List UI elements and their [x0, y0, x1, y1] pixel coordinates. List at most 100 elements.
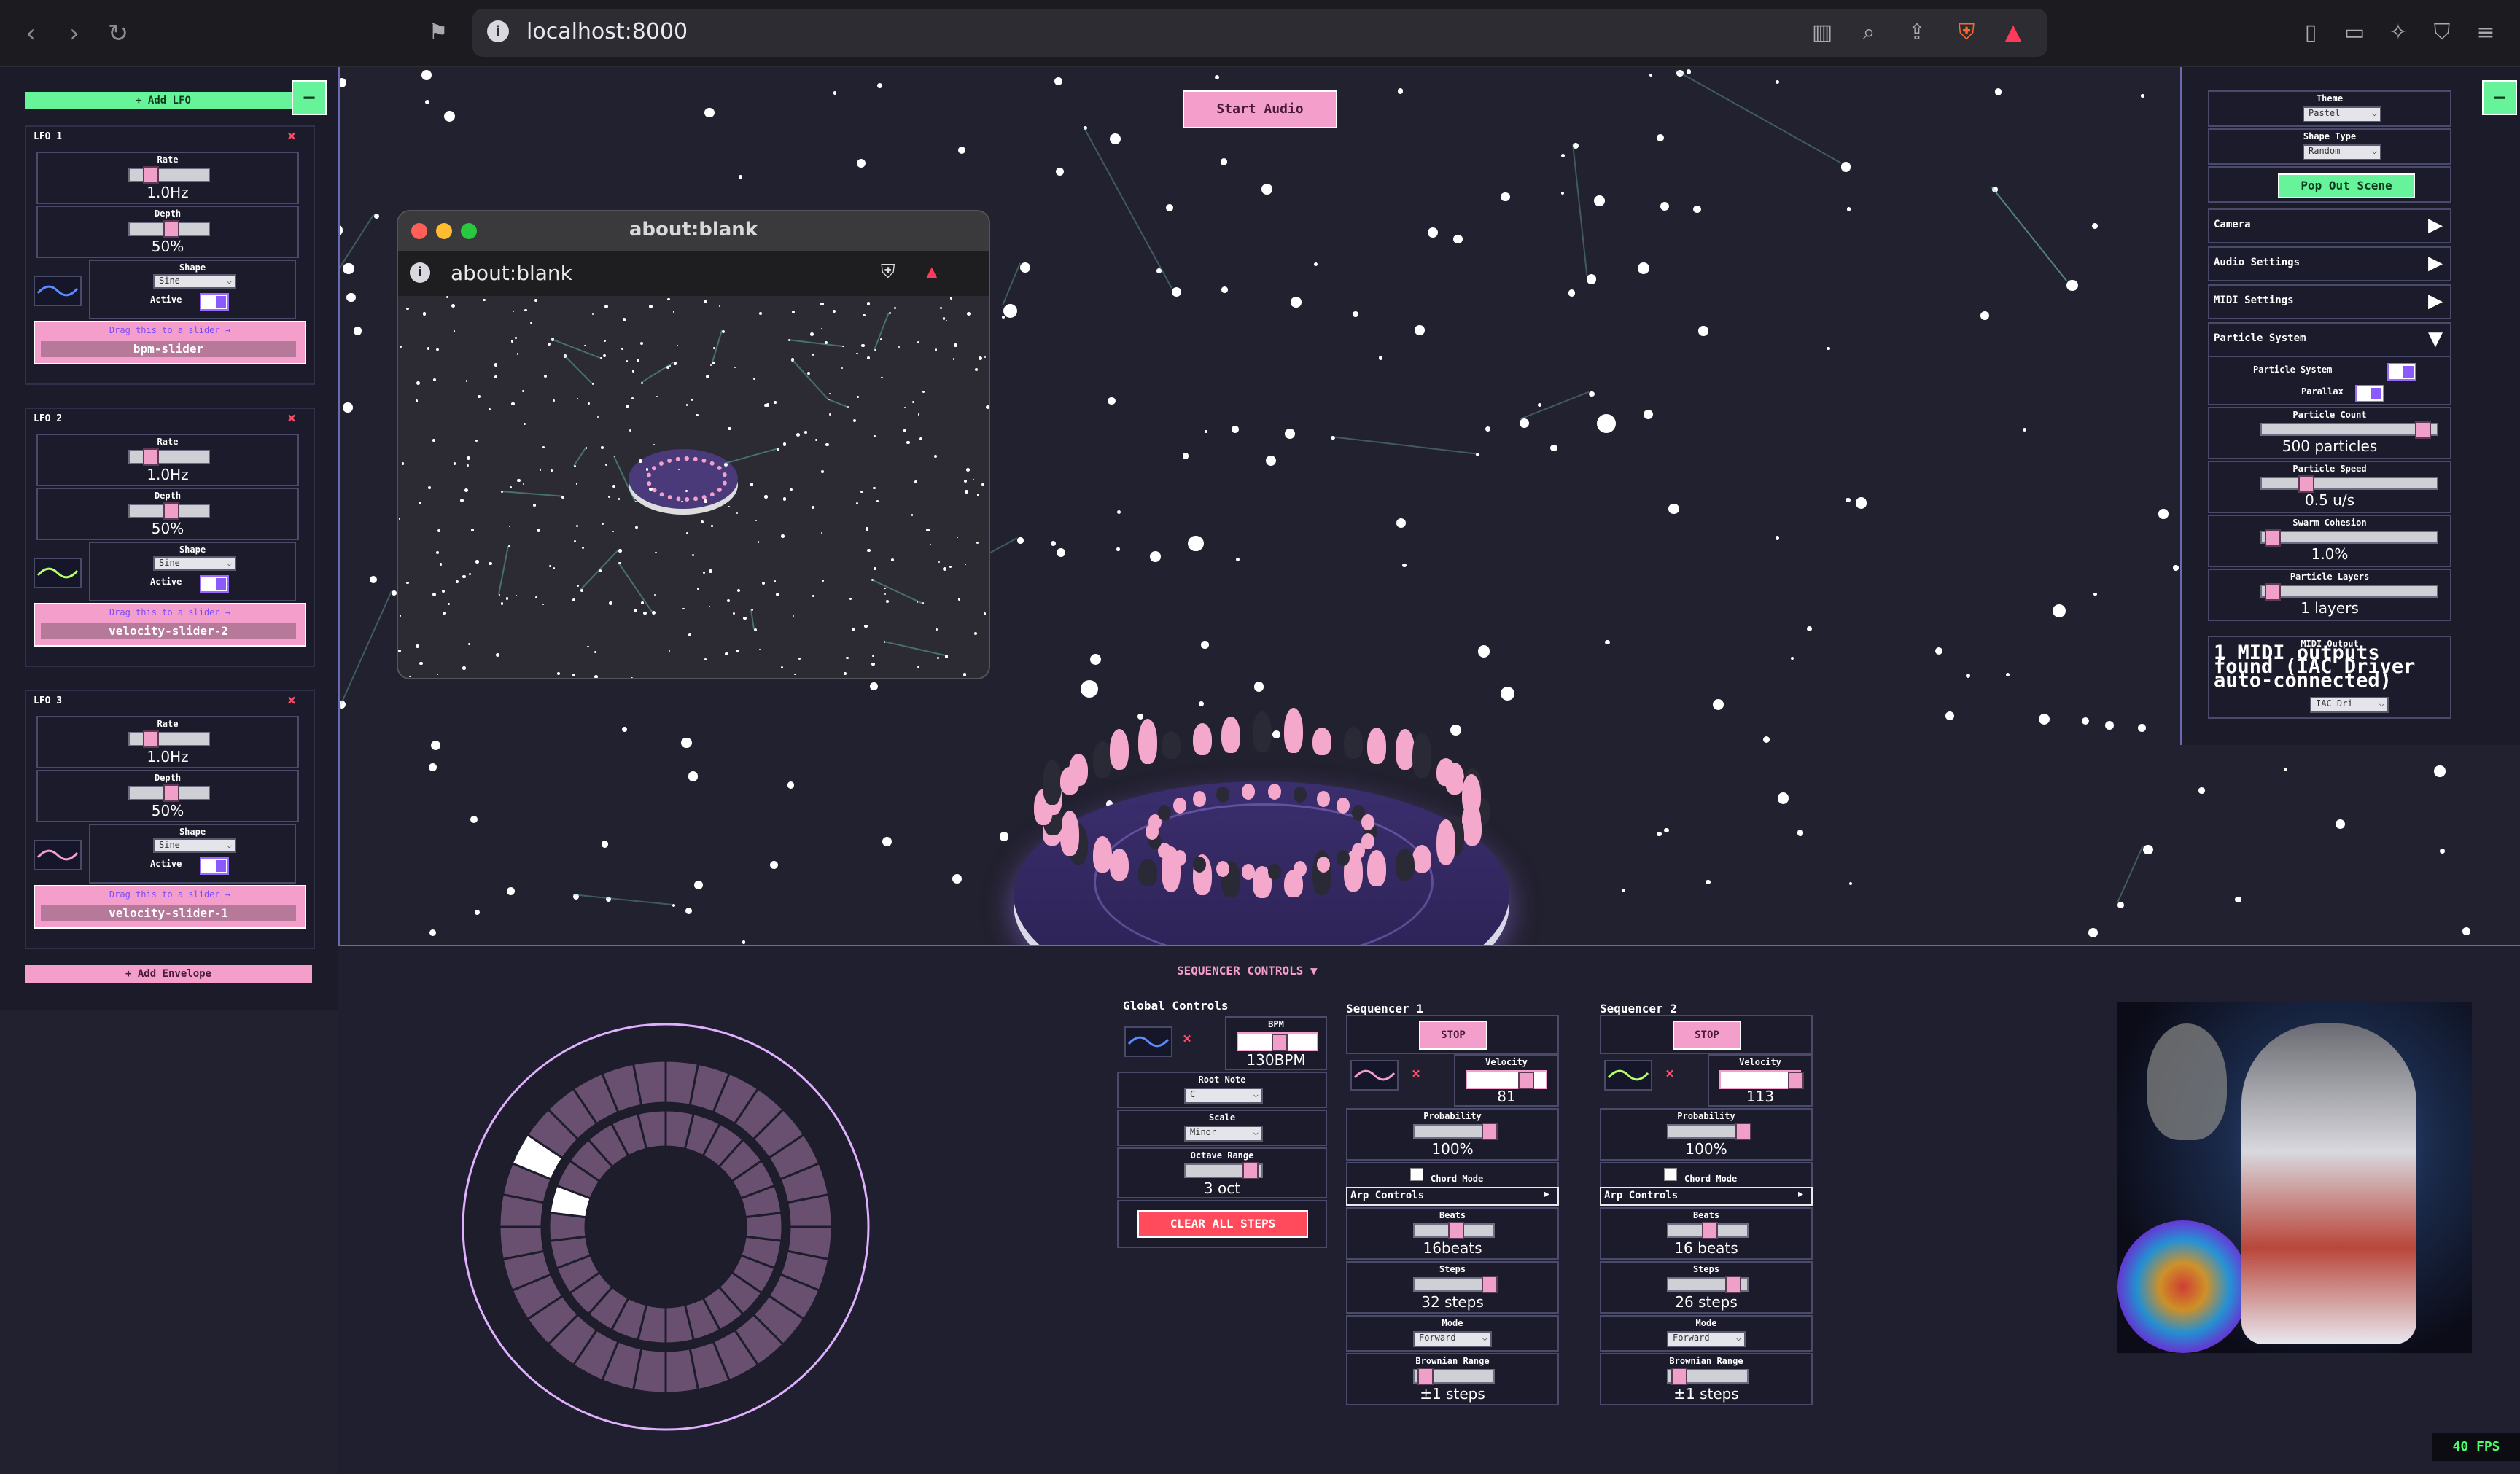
- sequencer-controls-toggle[interactable]: SEQUENCER CONTROLS ▼: [1177, 964, 1318, 978]
- lfo-rate-slider[interactable]: [128, 730, 210, 748]
- mode-select[interactable]: Forward ⌵: [1413, 1331, 1492, 1347]
- probability-slider[interactable]: [1667, 1123, 1751, 1140]
- octave-range-slider[interactable]: [1184, 1162, 1263, 1179]
- steps-slider[interactable]: [1667, 1276, 1749, 1293]
- shape-type-select[interactable]: Random ⌵: [2303, 144, 2381, 160]
- particle-speed-thumb[interactable]: [2298, 475, 2314, 493]
- brave-shield-icon[interactable]: ⛨: [881, 261, 895, 284]
- lfo-depth-slider[interactable]: [128, 784, 210, 802]
- zoom-icon[interactable]: ⌕: [1852, 16, 1886, 50]
- particle-layers-slider[interactable]: [2260, 583, 2438, 601]
- add-envelope-button[interactable]: + Add Envelope: [25, 965, 312, 983]
- section-audio-settings[interactable]: Audio Settings ▶: [2208, 246, 2451, 281]
- address-bar[interactable]: i localhost:8000 ▥ ⌕ ⇪ ⛨ ▲: [472, 9, 2048, 57]
- expand-arrow-right-icon[interactable]: ▶: [2428, 252, 2443, 274]
- lfo-depth-slider-thumb[interactable]: [163, 220, 179, 238]
- midi-device-select[interactable]: IAC Dri ⌵: [2310, 697, 2389, 713]
- velocity-slider-thumb[interactable]: [1518, 1072, 1534, 1089]
- menu-icon[interactable]: ≡: [2469, 16, 2502, 50]
- octave-range-thumb[interactable]: [1242, 1162, 1259, 1179]
- chord-mode-checkbox[interactable]: [1664, 1168, 1677, 1181]
- reload-icon[interactable]: ↻: [102, 17, 134, 50]
- lfo-drag-handle[interactable]: Drag this to a slider → velocity-slider-1: [34, 885, 306, 929]
- expand-arrow-right-icon[interactable]: ▸: [1798, 1188, 1803, 1200]
- stop-button[interactable]: STOP: [1673, 1021, 1741, 1050]
- particle-system-toggle[interactable]: [2387, 363, 2416, 381]
- remove-lfo-icon[interactable]: ×: [1665, 1064, 1674, 1082]
- vpn-icon[interactable]: ⛉: [2425, 16, 2459, 50]
- expand-arrow-right-icon[interactable]: ▸: [1544, 1188, 1549, 1200]
- lfo-wave-icon[interactable]: [34, 840, 82, 870]
- expand-arrow-down-icon[interactable]: ▼: [2428, 328, 2443, 350]
- brownian-range-slider[interactable]: [1413, 1368, 1495, 1385]
- particle-count-slider[interactable]: [2260, 421, 2438, 439]
- arp-controls-toggle[interactable]: Arp Controls ▸: [1346, 1187, 1559, 1206]
- bpm-slider-thumb[interactable]: [1272, 1034, 1288, 1051]
- remove-lfo-icon[interactable]: ×: [287, 691, 296, 709]
- site-info-icon[interactable]: i: [487, 20, 509, 42]
- section-camera[interactable]: Camera ▶: [2208, 208, 2451, 243]
- lfo-rate-slider-thumb[interactable]: [143, 730, 159, 748]
- chord-mode-checkbox[interactable]: [1410, 1168, 1423, 1181]
- lfo-depth-slider-thumb[interactable]: [163, 502, 179, 520]
- popout-window[interactable]: about:blank i about:blank ⛨ ▲: [397, 210, 990, 679]
- brave-shield-icon[interactable]: ⛨: [1950, 16, 1983, 50]
- lfo-drag-handle[interactable]: Drag this to a slider → velocity-slider-2: [34, 603, 306, 647]
- add-lfo-button[interactable]: + Add LFO: [25, 92, 302, 109]
- probability-slider-thumb[interactable]: [1482, 1123, 1498, 1140]
- velocity-slider[interactable]: [1466, 1070, 1547, 1089]
- swarm-cohesion-thumb[interactable]: [2265, 529, 2281, 547]
- lfo-depth-slider[interactable]: [128, 220, 210, 238]
- reader-icon[interactable]: ▥: [1805, 16, 1839, 50]
- lfo-active-toggle[interactable]: [200, 293, 229, 311]
- lfo-active-toggle[interactable]: [200, 857, 229, 875]
- step-sequencer-ring[interactable]: [459, 1021, 872, 1433]
- lfo-wave-icon[interactable]: [34, 558, 82, 588]
- velocity-slider[interactable]: [1719, 1070, 1804, 1089]
- remove-lfo-icon[interactable]: ×: [1183, 1029, 1191, 1047]
- share-icon[interactable]: ⇪: [1900, 16, 1934, 50]
- brownian-range-slider[interactable]: [1667, 1368, 1749, 1385]
- global-lfo-wave-icon[interactable]: [1124, 1026, 1172, 1057]
- clear-all-steps-button[interactable]: CLEAR ALL STEPS: [1138, 1210, 1308, 1238]
- section-particle-system[interactable]: Particle System ▼: [2208, 322, 2451, 357]
- lfo-rate-slider-thumb[interactable]: [143, 448, 159, 466]
- mode-select[interactable]: Forward ⌵: [1667, 1331, 1746, 1347]
- steps-slider-thumb[interactable]: [1725, 1276, 1741, 1293]
- velocity-slider-thumb[interactable]: [1788, 1072, 1804, 1089]
- arp-controls-toggle[interactable]: Arp Controls ▸: [1600, 1187, 1813, 1206]
- lfo-depth-slider-thumb[interactable]: [163, 784, 179, 802]
- expand-arrow-right-icon[interactable]: ▶: [2428, 290, 2443, 312]
- rewards-icon[interactable]: ▲: [926, 261, 938, 283]
- theme-select[interactable]: Pastel ⌵: [2303, 106, 2381, 122]
- site-info-icon[interactable]: i: [410, 262, 430, 283]
- particle-layers-thumb[interactable]: [2265, 583, 2281, 601]
- lfo-rate-slider[interactable]: [128, 166, 210, 184]
- remove-lfo-icon[interactable]: ×: [1412, 1064, 1420, 1082]
- rewards-icon[interactable]: ▲: [1996, 16, 2030, 50]
- lfo-depth-slider[interactable]: [128, 502, 210, 520]
- collapse-lfo-button[interactable]: −: [292, 80, 327, 115]
- parallax-toggle[interactable]: [2355, 385, 2384, 402]
- lfo-shape-select[interactable]: Sine ⌵: [153, 556, 236, 571]
- seq-lfo-wave-icon[interactable]: [1604, 1060, 1652, 1091]
- particle-count-thumb[interactable]: [2415, 421, 2431, 439]
- beats-slider-thumb[interactable]: [1702, 1222, 1718, 1239]
- brownian-range-slider-thumb[interactable]: [1418, 1368, 1434, 1385]
- particle-speed-slider[interactable]: [2260, 475, 2438, 493]
- bookmark-icon[interactable]: ⚑: [421, 16, 455, 50]
- pop-out-button[interactable]: Pop Out Scene: [2278, 173, 2415, 198]
- back-icon[interactable]: ‹: [15, 17, 47, 50]
- lfo-active-toggle[interactable]: [200, 575, 229, 593]
- steps-slider-thumb[interactable]: [1482, 1276, 1498, 1293]
- section-midi-settings[interactable]: MIDI Settings ▶: [2208, 284, 2451, 319]
- beats-slider-thumb[interactable]: [1448, 1222, 1464, 1239]
- start-audio-button[interactable]: Start Audio: [1183, 90, 1337, 128]
- beats-slider[interactable]: [1413, 1222, 1495, 1239]
- root-note-select[interactable]: C ⌵: [1184, 1088, 1263, 1104]
- beats-slider[interactable]: [1667, 1222, 1749, 1239]
- wallet-icon[interactable]: ▭: [2338, 16, 2371, 50]
- ai-icon[interactable]: ✧: [2381, 16, 2415, 50]
- swarm-cohesion-slider[interactable]: [2260, 529, 2438, 547]
- remove-lfo-icon[interactable]: ×: [287, 127, 296, 144]
